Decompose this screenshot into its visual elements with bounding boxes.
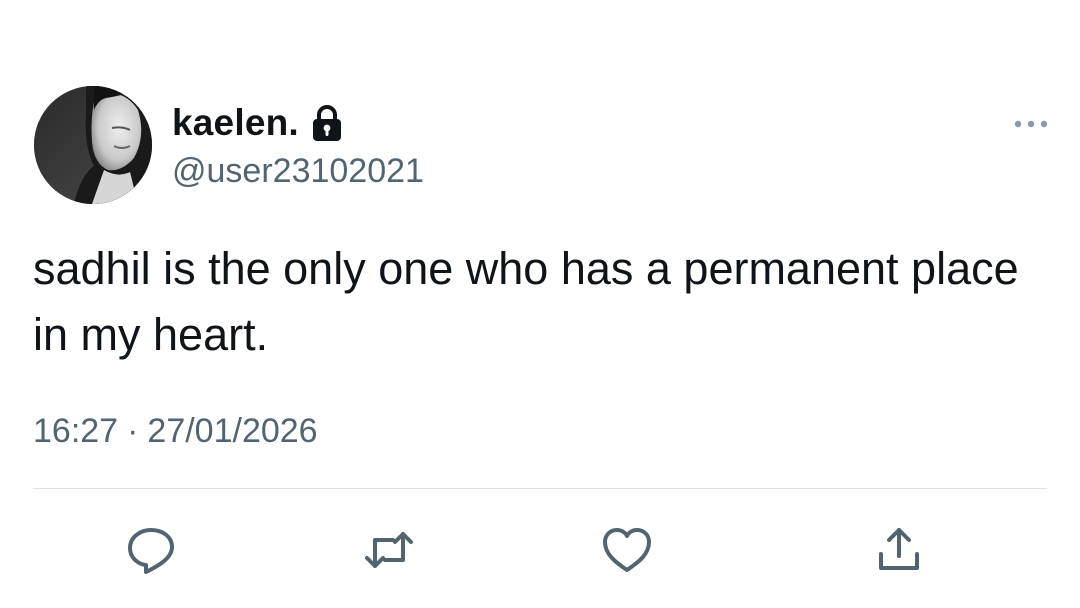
avatar[interactable] bbox=[34, 86, 152, 204]
tweet-timestamp[interactable]: 16:27 · 27/01/2026 bbox=[33, 412, 318, 451]
avatar-image bbox=[34, 86, 152, 204]
share-button[interactable] bbox=[871, 522, 927, 578]
display-name-row: kaelen. bbox=[172, 100, 343, 146]
retweet-icon bbox=[365, 532, 413, 568]
meta-separator: · bbox=[127, 412, 139, 450]
tweet-text: sadhil is the only one who has a permane… bbox=[33, 243, 1019, 360]
more-icon[interactable] bbox=[1010, 114, 1052, 134]
divider bbox=[33, 488, 1047, 489]
reply-button[interactable] bbox=[123, 522, 179, 578]
like-button[interactable] bbox=[599, 522, 655, 578]
reply-icon bbox=[128, 528, 174, 574]
lock-icon bbox=[311, 104, 343, 142]
heart-icon bbox=[603, 528, 651, 572]
retweet-button[interactable] bbox=[361, 522, 417, 578]
tweet-card: kaelen. @user23102021 sadhil is the only… bbox=[0, 0, 1080, 608]
display-name[interactable]: kaelen. bbox=[172, 102, 299, 144]
tweet-time: 16:27 bbox=[33, 412, 119, 450]
username[interactable]: @user23102021 bbox=[172, 152, 424, 191]
share-icon bbox=[879, 528, 919, 570]
tweet-date: 27/01/2026 bbox=[147, 412, 318, 450]
